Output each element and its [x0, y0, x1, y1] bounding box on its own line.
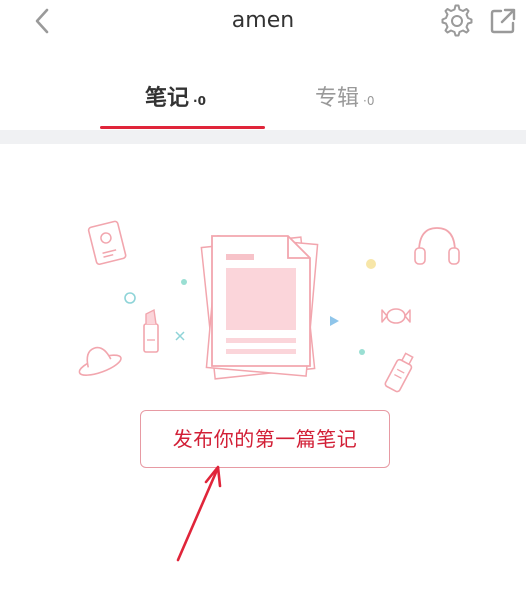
- tab-albums-count: ·0: [363, 93, 375, 108]
- external-link-icon: [490, 8, 516, 34]
- dot-icon: [359, 349, 365, 355]
- publish-first-note-label: 发布你的第一篇笔记: [172, 427, 358, 451]
- document-stack-icon: [200, 235, 319, 380]
- top-bar: amen: [0, 0, 526, 44]
- tab-notes[interactable]: 笔记 ·0: [145, 80, 206, 120]
- publish-first-note-button[interactable]: 发布你的第一篇笔记: [140, 410, 390, 468]
- section-divider: [0, 130, 526, 144]
- empty-notes-illustration: [78, 220, 460, 393]
- tab-bar: 笔记 ·0 专辑 ·0: [0, 70, 526, 132]
- tab-notes-label: 笔记: [145, 86, 190, 111]
- settings-button[interactable]: [440, 4, 474, 38]
- annotation-arrow-icon: [176, 465, 222, 562]
- dot-icon: [366, 259, 376, 269]
- tab-notes-count: ·0: [193, 93, 206, 108]
- triangle-icon: [330, 316, 339, 326]
- tab-albums-label: 专辑: [315, 86, 360, 111]
- cross-icon: [175, 331, 185, 341]
- dot-icon: [181, 279, 187, 285]
- candy-icon: [381, 308, 411, 324]
- lipstick-icon: [143, 308, 159, 353]
- notebook-icon: [87, 220, 127, 266]
- tab-albums[interactable]: 专辑 ·0: [315, 80, 374, 120]
- share-button[interactable]: [487, 5, 519, 37]
- gear-icon: [441, 4, 473, 37]
- headphones-icon: [414, 227, 460, 265]
- dot-icon: [124, 292, 136, 304]
- hat-icon: [78, 346, 122, 376]
- perfume-bottle-icon: [384, 352, 414, 393]
- active-tab-indicator: [100, 126, 265, 129]
